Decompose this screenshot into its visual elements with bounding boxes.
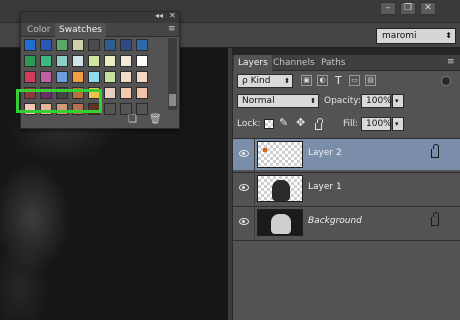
tab-channels[interactable]: Channels xyxy=(269,55,319,71)
swatch-cell[interactable] xyxy=(104,71,116,83)
layer-thumbnail xyxy=(257,209,303,236)
close-panel-icon[interactable]: ✕ xyxy=(169,11,176,20)
tab-color[interactable]: Color xyxy=(23,23,55,37)
workspace-selected-label: maromi xyxy=(382,31,417,41)
filter-toggle-icon[interactable] xyxy=(441,76,451,86)
layer-row[interactable]: Layer 1 xyxy=(233,172,460,205)
restore-window-button[interactable]: ❐ xyxy=(400,2,416,15)
layer-row[interactable]: Layer 2 xyxy=(233,138,460,171)
swatches-panel: ◂◂ ✕ Color Swatches ≡ ❏ 🗑 xyxy=(16,11,180,129)
layer-row[interactable]: Background xyxy=(233,206,460,239)
swatch-cell[interactable] xyxy=(136,71,148,83)
lock-all-icon[interactable] xyxy=(315,118,323,130)
panel-menu-icon[interactable]: ≡ xyxy=(447,57,455,67)
layer-lock-icon xyxy=(431,212,439,226)
opacity-dropdown-button[interactable]: ▾ xyxy=(392,94,404,108)
row-divider xyxy=(254,207,255,239)
swatch-cell[interactable] xyxy=(120,55,132,67)
chevron-updown-icon: ⬍ xyxy=(310,97,316,105)
chevron-updown-icon: ⬍ xyxy=(284,77,290,85)
fill-input[interactable]: 100% xyxy=(361,117,392,131)
swatches-scrollbar-thumb[interactable] xyxy=(169,94,176,106)
swatch-cell[interactable] xyxy=(40,39,52,51)
swatch-cell[interactable] xyxy=(72,71,84,83)
swatch-cell[interactable] xyxy=(56,71,68,83)
tab-layers[interactable]: Layers xyxy=(234,55,272,71)
swatch-cell[interactable] xyxy=(56,39,68,51)
filter-shape-icon[interactable]: ▭ xyxy=(349,75,360,86)
opacity-input[interactable]: 100% xyxy=(361,94,392,108)
swatch-cell[interactable] xyxy=(40,71,52,83)
swatch-cell[interactable] xyxy=(24,71,36,83)
highlight-annotation-box xyxy=(16,89,102,113)
thumbnail-silhouette xyxy=(271,214,291,234)
lock-label: Lock: xyxy=(237,119,261,129)
thumbnail-silhouette xyxy=(272,180,290,201)
swatch-cell[interactable] xyxy=(104,103,116,115)
swatch-cell[interactable] xyxy=(88,39,100,51)
fill-value: 100% xyxy=(366,119,392,129)
filter-adjustment-icon[interactable]: ◐ xyxy=(317,75,328,86)
swatch-cell[interactable] xyxy=(120,39,132,51)
swatch-cell[interactable] xyxy=(136,39,148,51)
layer-name[interactable]: Layer 1 xyxy=(308,182,342,192)
lock-transparent-pixels-icon[interactable] xyxy=(264,119,274,129)
layer-thumbnail xyxy=(257,141,303,168)
swatch-cell[interactable] xyxy=(104,87,116,99)
layer-name[interactable]: Background xyxy=(308,216,362,226)
layer-filter-kind-select[interactable]: ρ Kind ⬍ xyxy=(237,74,293,88)
filter-smart-object-icon[interactable]: ▤ xyxy=(365,75,376,86)
tab-swatches[interactable]: Swatches xyxy=(55,23,106,37)
collapse-panel-icon[interactable]: ◂◂ xyxy=(155,11,163,20)
workspace-switcher-select[interactable]: maromi ⬍ xyxy=(376,28,456,44)
layer-thumbnail xyxy=(257,175,303,202)
swatch-cell[interactable] xyxy=(40,55,52,67)
panel-menu-icon[interactable]: ≡ xyxy=(168,24,176,34)
fill-dropdown-button[interactable]: ▾ xyxy=(392,117,404,131)
blend-mode-value: Normal xyxy=(242,96,275,106)
lock-image-pixels-icon[interactable]: ✎ xyxy=(279,116,288,129)
swatches-panel-header[interactable]: ◂◂ ✕ xyxy=(21,11,179,23)
tab-paths[interactable]: Paths xyxy=(317,55,349,71)
visibility-eye-icon[interactable] xyxy=(239,184,249,191)
swatches-panel-tabs: Color Swatches ≡ xyxy=(21,23,179,37)
row-divider xyxy=(254,173,255,205)
swatch-cell[interactable] xyxy=(24,39,36,51)
thumbnail-paint-dab xyxy=(263,148,267,152)
fill-label: Fill: xyxy=(343,119,359,129)
swatch-cell[interactable] xyxy=(136,87,148,99)
swatch-cell[interactable] xyxy=(136,55,148,67)
swatch-cell[interactable] xyxy=(88,55,100,67)
visibility-eye-icon[interactable] xyxy=(239,150,249,157)
lock-position-icon[interactable]: ✥ xyxy=(296,116,305,129)
opacity-label: Opacity: xyxy=(324,96,361,106)
layer-lock-icon xyxy=(431,144,439,158)
close-window-button[interactable]: ✕ xyxy=(420,2,436,15)
swatch-cell[interactable] xyxy=(104,39,116,51)
swatch-cell[interactable] xyxy=(24,55,36,67)
layers-list-bottom-border xyxy=(233,240,460,241)
filter-kind-label: Kind xyxy=(250,76,271,86)
layer-name[interactable]: Layer 2 xyxy=(308,148,342,158)
layers-panel-tabs: Layers Channels Paths ≡ xyxy=(233,55,460,71)
swatch-cell[interactable] xyxy=(88,71,100,83)
blend-mode-select[interactable]: Normal ⬍ xyxy=(237,94,319,108)
layers-panel: Layers Channels Paths ≡ ρ Kind ⬍ ▣ ◐ T ▭… xyxy=(232,55,460,320)
row-divider xyxy=(254,139,255,171)
new-swatch-icon[interactable]: ❏ xyxy=(127,114,138,125)
swatch-cell[interactable] xyxy=(120,87,132,99)
minimize-window-button[interactable]: – xyxy=(380,2,396,15)
chevron-updown-icon: ⬍ xyxy=(445,31,452,40)
trash-icon[interactable]: 🗑 xyxy=(149,114,162,125)
swatch-cell[interactable] xyxy=(72,39,84,51)
swatch-cell[interactable] xyxy=(56,55,68,67)
visibility-eye-icon[interactable] xyxy=(239,218,249,225)
swatch-cell[interactable] xyxy=(104,55,116,67)
search-icon: ρ xyxy=(242,76,248,86)
swatch-cell[interactable] xyxy=(72,55,84,67)
swatch-cell[interactable] xyxy=(120,71,132,83)
filter-type-icon[interactable]: T xyxy=(335,74,342,87)
opacity-value: 100% xyxy=(366,96,392,106)
filter-pixel-icon[interactable]: ▣ xyxy=(301,75,312,86)
